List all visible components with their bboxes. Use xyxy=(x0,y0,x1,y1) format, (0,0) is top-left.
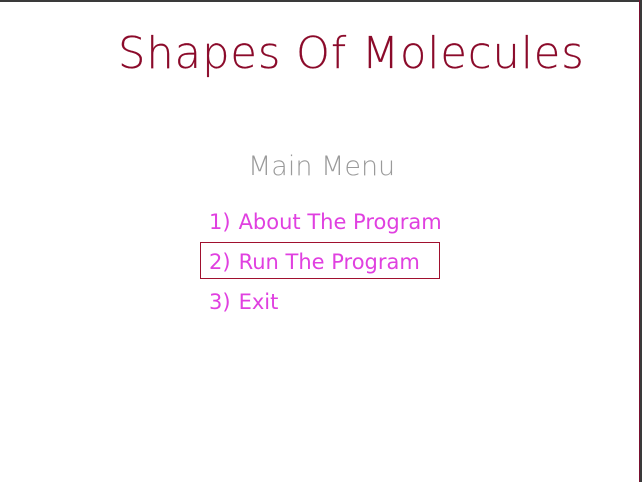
menu-item-number: 1) xyxy=(209,210,231,234)
app-title: Shapes Of Molecules xyxy=(118,28,585,79)
menu-item-exit[interactable]: 3) Exit xyxy=(209,288,278,316)
main-menu-heading: Main Menu xyxy=(248,151,396,182)
menu-item-number: 3) xyxy=(209,290,231,314)
menu-item-about[interactable]: 1) About The Program xyxy=(209,208,442,236)
app-screen: Shapes Of Molecules Main Menu 1) About Th… xyxy=(0,0,642,482)
window-top-border xyxy=(0,0,642,2)
menu-item-number: 2) xyxy=(209,250,231,274)
menu-item-run[interactable]: 2) Run The Program xyxy=(209,248,420,276)
menu-item-label: About The Program xyxy=(238,210,442,234)
menu-item-label: Exit xyxy=(238,290,279,314)
menu-item-label: Run The Program xyxy=(238,250,420,274)
